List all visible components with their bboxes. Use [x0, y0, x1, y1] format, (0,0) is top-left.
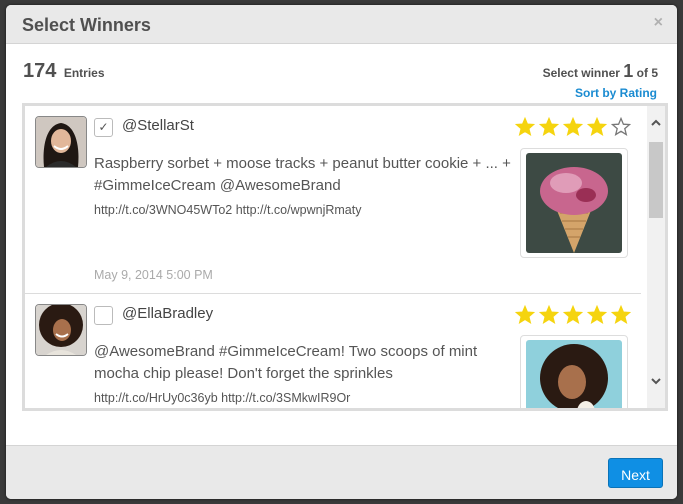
scroll-up-icon[interactable] [647, 116, 665, 134]
entries-summary: 174 Entries [23, 60, 105, 83]
sort-by-rating-link[interactable]: Sort by Rating [575, 86, 657, 100]
scrollbar-thumb[interactable] [649, 142, 663, 218]
entries-count: 174 [23, 60, 57, 82]
entry-image[interactable] [520, 335, 628, 408]
star-filled-icon[interactable] [515, 117, 535, 137]
close-icon[interactable]: × [654, 14, 663, 32]
star-empty-icon[interactable] [611, 117, 631, 137]
star-filled-icon[interactable] [611, 305, 631, 325]
entry-image[interactable] [520, 148, 628, 258]
star-filled-icon[interactable] [587, 117, 607, 137]
winner-prefix: Select winner [542, 66, 620, 80]
star-filled-icon[interactable] [539, 117, 559, 137]
rating-stars[interactable] [515, 305, 631, 325]
modal-footer: Next [6, 445, 677, 499]
entry-handle: @StellarSt [122, 117, 194, 134]
modal-title: Select Winners [22, 15, 151, 35]
star-filled-icon[interactable] [563, 117, 583, 137]
winner-current: 1 [623, 61, 634, 81]
entry-text: @AwesomeBrand #GimmeIceCream! Two scoops… [94, 343, 478, 382]
modal-header: Select Winners × [6, 5, 677, 44]
entry-timestamp: May 9, 2014 5:00 PM [94, 268, 213, 282]
scroll-down-icon[interactable] [647, 374, 665, 392]
entry-text: Raspberry sorbet + moose tracks + peanut… [94, 155, 511, 194]
list-scrollbar[interactable] [647, 106, 665, 408]
entry-item: ✓ @StellarSt Raspberry sorbet + moose tr… [25, 106, 641, 294]
winner-suffix: of 5 [636, 66, 658, 80]
entries-list: ✓ @StellarSt Raspberry sorbet + moose tr… [22, 103, 668, 411]
winner-progress: Select winner 1 of 5 [543, 61, 658, 82]
entry-links[interactable]: http://t.co/3WNO45WTo2 http://t.co/wpwnj… [94, 203, 361, 217]
next-button[interactable]: Next [608, 458, 663, 488]
avatar [35, 304, 87, 356]
select-winners-modal: Select Winners × 174 Entries Select winn… [6, 5, 677, 499]
rating-stars[interactable] [515, 117, 631, 137]
star-filled-icon[interactable] [563, 305, 583, 325]
entries-label: Entries [63, 66, 105, 80]
avatar [35, 116, 87, 168]
entry-item: @EllaBradley @AwesomeBrand #GimmeIceCrea… [25, 294, 641, 408]
entry-links[interactable]: http://t.co/HrUy0c36yb http://t.co/3SMkw… [94, 391, 350, 405]
star-filled-icon[interactable] [587, 305, 607, 325]
star-filled-icon[interactable] [515, 305, 535, 325]
star-filled-icon[interactable] [539, 305, 559, 325]
select-checkbox[interactable] [94, 306, 113, 325]
entry-handle: @EllaBradley [122, 305, 214, 322]
select-checkbox[interactable]: ✓ [94, 118, 113, 137]
